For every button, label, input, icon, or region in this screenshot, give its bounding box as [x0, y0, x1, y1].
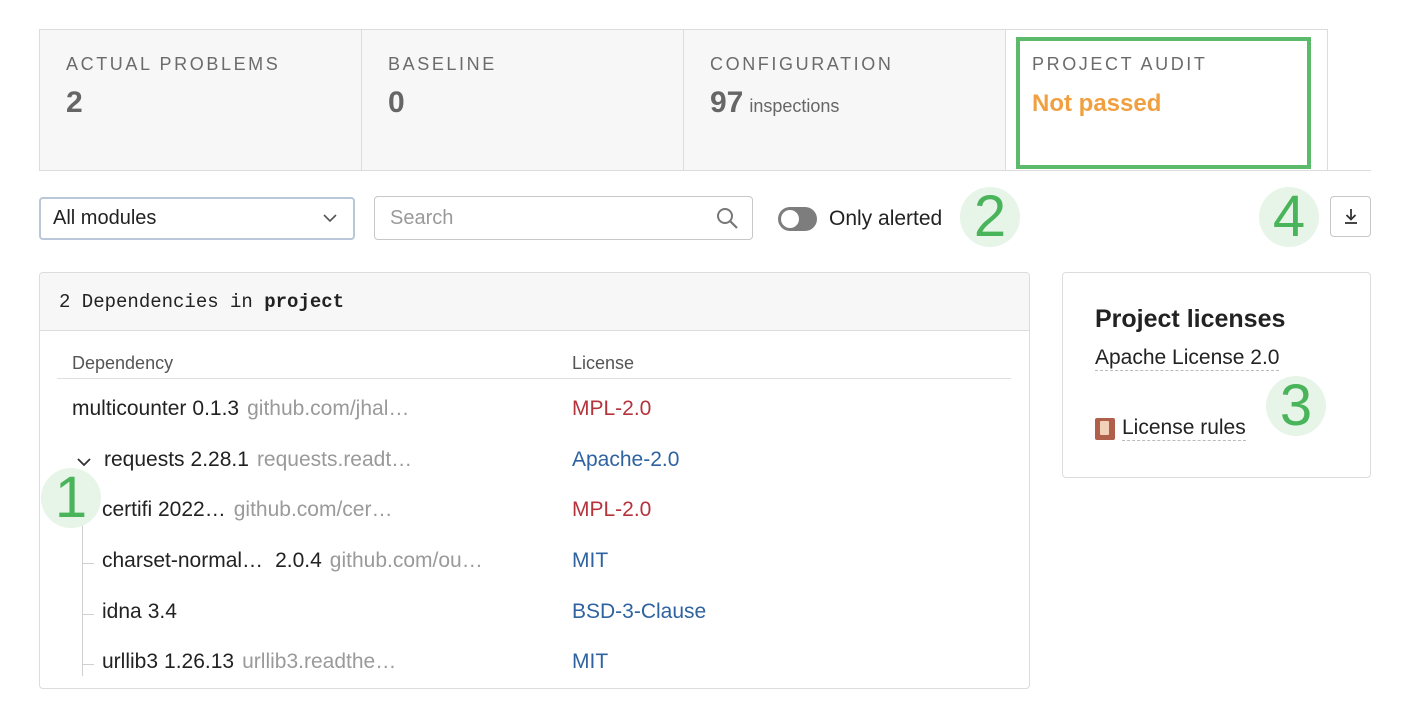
tab-label: CONFIGURATION	[710, 54, 894, 74]
license-cell[interactable]: BSD-3-Clause	[572, 600, 706, 624]
dependency-cell: urllib3 1.26.13 urllib3.readthe…	[102, 650, 396, 674]
annotation-marker-4: 4	[1259, 187, 1319, 247]
dependency-cell: idna 3.4	[102, 600, 177, 624]
tab-baseline[interactable]: BASELINE 0	[361, 29, 684, 171]
dependency-cell: charset-normal… 2.0.4 github.com/ou…	[102, 549, 483, 573]
download-button[interactable]	[1330, 196, 1371, 237]
table-row[interactable]: certifi 2022… github.com/cer… MPL-2.0	[40, 486, 1029, 536]
tab-label: BASELINE	[388, 54, 497, 74]
dependency-url[interactable]: github.com/ou…	[330, 549, 483, 572]
project-name: project	[264, 291, 345, 313]
dependency-version: 1.26.13	[164, 650, 235, 673]
inspection-unit: inspections	[749, 96, 840, 116]
dependency-name: requests	[104, 448, 185, 471]
book-icon	[1095, 417, 1115, 440]
column-header-dependency[interactable]: Dependency	[72, 353, 173, 374]
download-icon	[1345, 209, 1357, 224]
dependency-version: 0.1.3	[192, 397, 240, 420]
dependencies-panel: 2 Dependencies in project Dependency Lic…	[39, 272, 1030, 689]
dependency-cell: certifi 2022… github.com/cer…	[102, 498, 392, 522]
dependency-name: certifi 2022…	[102, 498, 226, 521]
annotation-marker-2: 2	[960, 187, 1020, 247]
tab-value: 2	[66, 86, 83, 119]
dependency-cell: multicounter 0.1.3 github.com/jhal…	[72, 397, 409, 421]
header-divider	[57, 378, 1011, 379]
tab-value: 0	[388, 86, 405, 119]
dependency-version: 2.28.1	[190, 448, 249, 471]
project-licenses-title: Project licenses	[1095, 305, 1286, 333]
table-row[interactable]: multicounter 0.1.3 github.com/jhal… MPL-2.…	[40, 385, 1029, 435]
dependency-url[interactable]: urllib3.readthe…	[242, 650, 396, 673]
dependency-version: 2.0.4	[275, 549, 322, 572]
dependencies-header: 2 Dependencies in project	[40, 273, 1029, 331]
dependency-name: urllib3	[102, 650, 159, 673]
tabs-divider	[39, 170, 1371, 171]
search-input[interactable]	[374, 196, 753, 240]
license-cell[interactable]: MIT	[572, 650, 608, 674]
only-alerted-toggle[interactable]	[778, 207, 817, 231]
project-licenses-panel: Project licenses Apache License 2.0 Lice…	[1062, 272, 1371, 478]
inspection-count: 97	[710, 86, 744, 119]
project-license-item[interactable]: Apache License 2.0	[1095, 346, 1280, 371]
tab-value: 97 inspections	[710, 86, 839, 120]
table-row[interactable]: charset-normal… 2.0.4 github.com/ou… MIT	[40, 537, 1029, 587]
tab-configuration[interactable]: CONFIGURATION 97 inspections	[683, 29, 1006, 171]
tab-label: ACTUAL PROBLEMS	[66, 54, 281, 74]
dependency-url[interactable]: github.com/cer…	[234, 498, 393, 521]
dependency-name: charset-normal…	[102, 549, 264, 572]
module-select-value: All modules	[53, 207, 157, 229]
license-rules-link[interactable]: License rules	[1095, 416, 1246, 441]
chevron-down-icon	[323, 214, 337, 223]
audit-highlight-box	[1016, 37, 1311, 169]
table-row[interactable]: urllib3 1.26.13 urllib3.readthe… MIT	[40, 638, 1029, 688]
tab-actual-problems[interactable]: ACTUAL PROBLEMS 2	[39, 29, 362, 171]
license-cell[interactable]: MPL-2.0	[572, 397, 651, 421]
toggle-knob	[781, 210, 799, 228]
dependency-name: multicounter	[72, 397, 187, 420]
dependency-name: idna	[102, 600, 142, 623]
dependency-version: 3.4	[147, 600, 177, 623]
dependency-url[interactable]: github.com/jhal…	[247, 397, 409, 420]
module-select[interactable]: All modules	[39, 197, 355, 240]
dependency-url[interactable]: requests.readt…	[257, 448, 412, 471]
annotation-marker-3: 3	[1266, 376, 1326, 436]
dependencies-count: 2 Dependencies in	[59, 291, 265, 313]
annotation-marker-1: 1	[41, 468, 101, 528]
dependency-cell: requests 2.28.1 requests.readt…	[104, 448, 412, 472]
search-icon[interactable]	[715, 206, 739, 230]
license-rules-label: License rules	[1122, 416, 1246, 441]
column-header-license[interactable]: License	[572, 353, 634, 374]
only-alerted-label: Only alerted	[829, 207, 943, 230]
license-cell[interactable]: MIT	[572, 549, 608, 573]
table-row[interactable]: requests 2.28.1 requests.readt… Apache-2.0	[40, 436, 1029, 486]
license-cell[interactable]: MPL-2.0	[572, 498, 651, 522]
license-cell[interactable]: Apache-2.0	[572, 448, 679, 472]
table-row[interactable]: idna 3.4 BSD-3-Clause	[40, 588, 1029, 638]
